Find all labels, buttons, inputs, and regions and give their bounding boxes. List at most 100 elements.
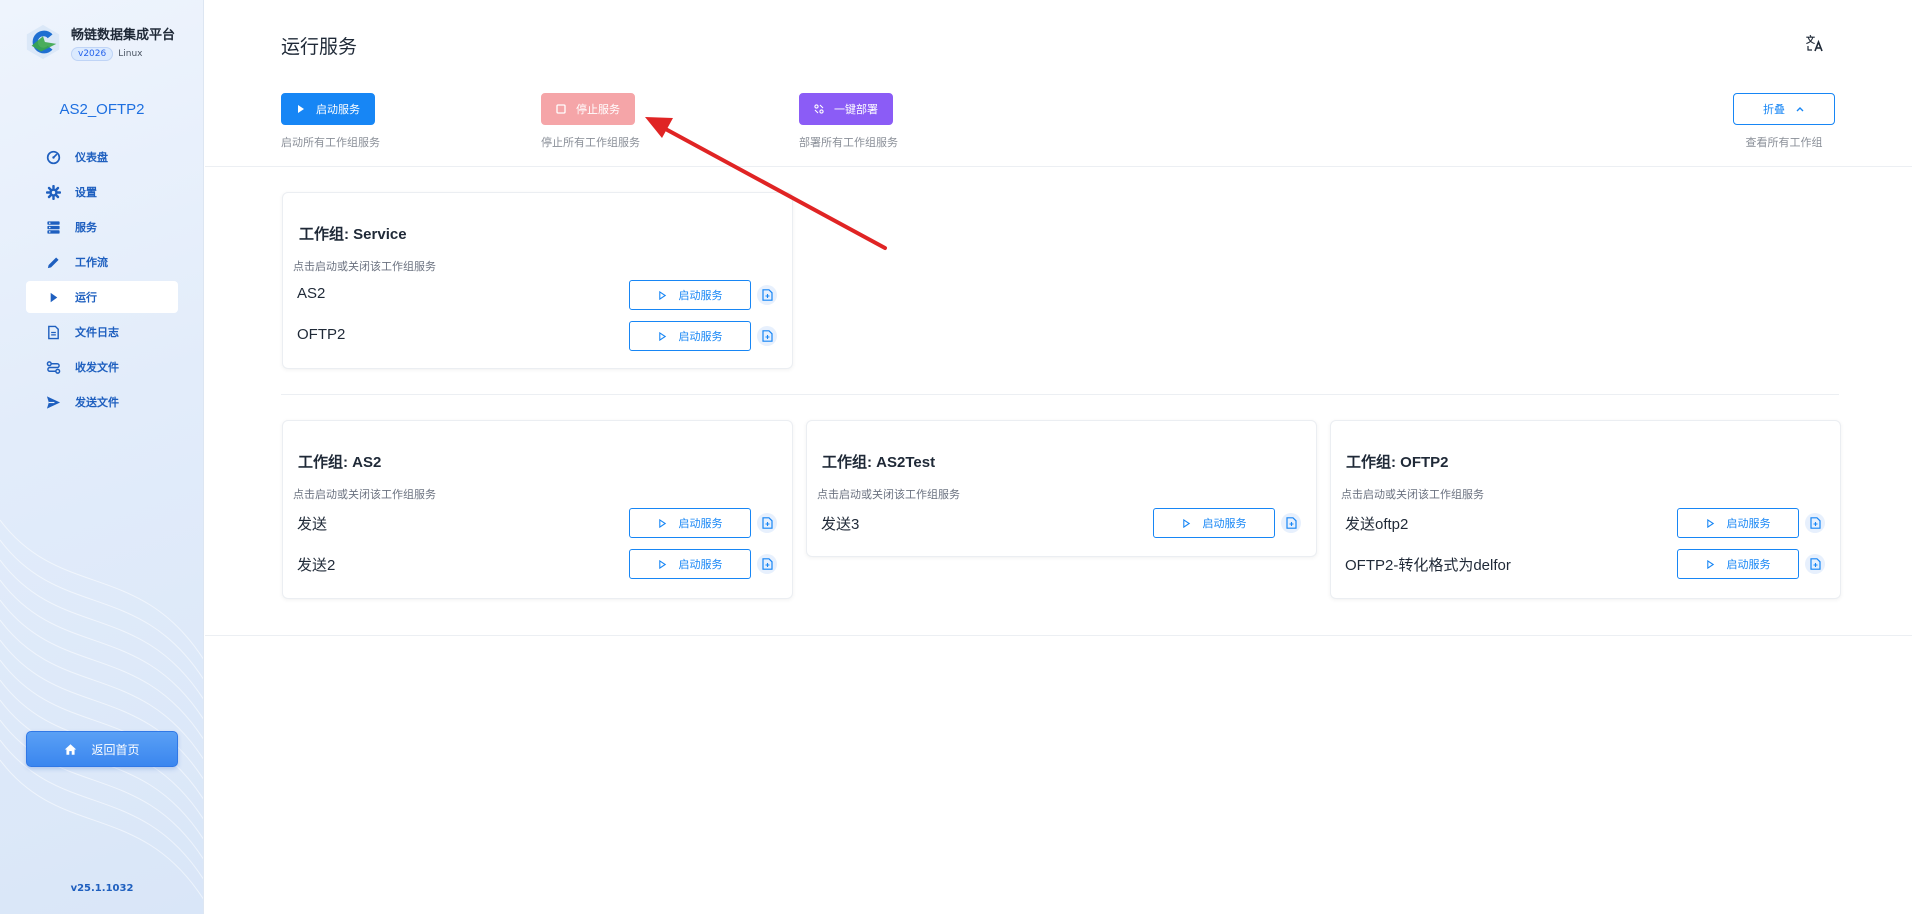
play-icon: [1706, 518, 1714, 528]
deploy-all-label: 一键部署: [834, 103, 878, 116]
service-log-button[interactable]: [1805, 513, 1825, 533]
sidebar-item-label: 仪表盘: [75, 151, 108, 164]
play-icon: [658, 518, 666, 528]
deploy-icon: [814, 104, 824, 114]
home-button[interactable]: 返回首页: [26, 731, 178, 767]
start-service-label: 启动服务: [1202, 517, 1247, 530]
sidebar-item-send-file[interactable]: 发送文件: [26, 386, 178, 418]
start-all-hint: 启动所有工作组服务: [281, 136, 380, 149]
sidebar-item-services[interactable]: 服务: [26, 211, 178, 243]
brand-name: 畅链数据集成平台: [71, 27, 176, 43]
service-name: 发送2: [297, 557, 336, 574]
start-service-button[interactable]: 启动服务: [629, 508, 751, 538]
start-service-button[interactable]: 启动服务: [629, 280, 751, 310]
chevron-up-icon: [1796, 107, 1804, 112]
divider: [205, 635, 1912, 636]
collapse-tool: 折叠 查看所有工作组: [1733, 93, 1835, 150]
service-name: OFTP2: [297, 326, 346, 343]
service-name: 发送: [297, 516, 328, 533]
divider: [205, 166, 1912, 167]
start-all-button[interactable]: 启动服务: [281, 93, 375, 125]
file-icon: [1809, 517, 1821, 529]
translate-icon[interactable]: 文: [1805, 33, 1825, 53]
service-log-button[interactable]: [757, 326, 777, 346]
start-service-button[interactable]: 启动服务: [1153, 508, 1275, 538]
send-icon: [46, 395, 61, 409]
sidebar-item-label: 工作流: [75, 256, 108, 269]
play-icon: [1182, 518, 1190, 528]
deploy-all-tool: 一键部署 部署所有工作组服务: [799, 93, 898, 150]
deploy-all-button[interactable]: 一键部署: [799, 93, 893, 125]
service-log-button[interactable]: [1281, 513, 1301, 533]
platform-logo-icon: [26, 24, 60, 60]
sidebar-item-file-log[interactable]: 文件日志: [26, 316, 178, 348]
start-all-tool: 启动服务 启动所有工作组服务: [281, 93, 380, 150]
group-title: 工作组: OFTP2: [1346, 454, 1449, 471]
start-service-button[interactable]: 启动服务: [1677, 549, 1799, 579]
play-icon: [298, 105, 304, 113]
sidebar-item-label: 设置: [75, 186, 97, 199]
collapse-button[interactable]: 折叠: [1733, 93, 1835, 125]
group-subtitle: 点击启动或关闭该工作组服务: [817, 488, 960, 501]
group-subtitle: 点击启动或关闭该工作组服务: [293, 488, 436, 501]
service-name: 发送3: [821, 516, 860, 533]
service-log-button[interactable]: [1805, 554, 1825, 574]
deploy-all-hint: 部署所有工作组服务: [799, 136, 898, 149]
service-log-button[interactable]: [757, 554, 777, 574]
service-row: AS2 启动服务: [283, 280, 792, 310]
start-service-label: 启动服务: [678, 330, 723, 343]
sidebar-item-label: 文件日志: [75, 326, 119, 339]
group-card-as2: 工作组: AS2 点击启动或关闭该工作组服务 发送 启动服务 发送2 启动服务: [282, 420, 793, 599]
service-row: 发送oftp2 启动服务: [1331, 508, 1840, 538]
dashboard-icon: [46, 150, 61, 164]
collapse-hint: 查看所有工作组: [1745, 136, 1823, 149]
start-service-label: 启动服务: [1726, 517, 1771, 530]
sidebar-item-run[interactable]: 运行: [26, 281, 178, 313]
start-service-button[interactable]: 启动服务: [629, 321, 751, 351]
file-icon: [761, 330, 773, 342]
stop-icon: [556, 104, 566, 114]
start-service-label: 启动服务: [678, 558, 723, 571]
file-icon: [761, 289, 773, 301]
play-icon: [50, 292, 58, 302]
play-icon: [658, 331, 666, 341]
project-name: AS2_OFTP2: [59, 101, 145, 118]
sidebar-item-settings[interactable]: 设置: [26, 176, 178, 208]
service-log-button[interactable]: [757, 285, 777, 305]
sidebar-item-label: 收发文件: [75, 361, 119, 374]
home-button-label: 返回首页: [91, 742, 140, 757]
sidebar-item-workflow[interactable]: 工作流: [26, 246, 178, 278]
sidebar: 畅链数据集成平台 v2026 Linux AS2_OFTP2 仪表盘 设置 服务…: [0, 0, 204, 914]
os-label: Linux: [118, 48, 143, 59]
file-icon: [1809, 558, 1821, 570]
start-service-button[interactable]: 启动服务: [1677, 508, 1799, 538]
sidebar-item-transfer[interactable]: 收发文件: [26, 351, 178, 383]
pencil-icon: [47, 256, 59, 268]
start-service-label: 启动服务: [678, 517, 723, 530]
sidebar-item-label: 发送文件: [75, 396, 119, 409]
svg-text:文: 文: [1805, 34, 1816, 46]
transfer-icon: [46, 360, 61, 374]
stop-all-button[interactable]: 停止服务: [541, 93, 635, 125]
page-title: 运行服务: [281, 36, 358, 58]
sidebar-item-label: 运行: [75, 291, 97, 304]
play-icon: [658, 559, 666, 569]
service-row: OFTP2-转化格式为delfor 启动服务: [1331, 549, 1840, 579]
gear-icon: [46, 184, 61, 200]
play-icon: [1706, 559, 1714, 569]
group-title: 工作组: AS2: [298, 454, 382, 471]
start-service-button[interactable]: 启动服务: [629, 549, 751, 579]
group-title: 工作组: AS2Test: [822, 454, 936, 471]
sidebar-nav: 仪表盘 设置 服务 工作流 运行 文件日志 收发文件 发送文件: [26, 141, 178, 421]
sidebar-item-dashboard[interactable]: 仪表盘: [26, 141, 178, 173]
service-log-button[interactable]: [757, 513, 777, 533]
group-subtitle: 点击启动或关闭该工作组服务: [293, 260, 436, 273]
service-row: 发送 启动服务: [283, 508, 792, 538]
service-row: 发送2 启动服务: [283, 549, 792, 579]
build-version: v25.1.1032: [70, 883, 134, 894]
start-service-label: 启动服务: [678, 289, 723, 302]
brand: 畅链数据集成平台 v2026 Linux: [24, 22, 175, 62]
start-all-label: 启动服务: [316, 103, 360, 116]
file-icon: [761, 558, 773, 570]
stop-all-tool: 停止服务 停止所有工作组服务: [541, 93, 640, 150]
